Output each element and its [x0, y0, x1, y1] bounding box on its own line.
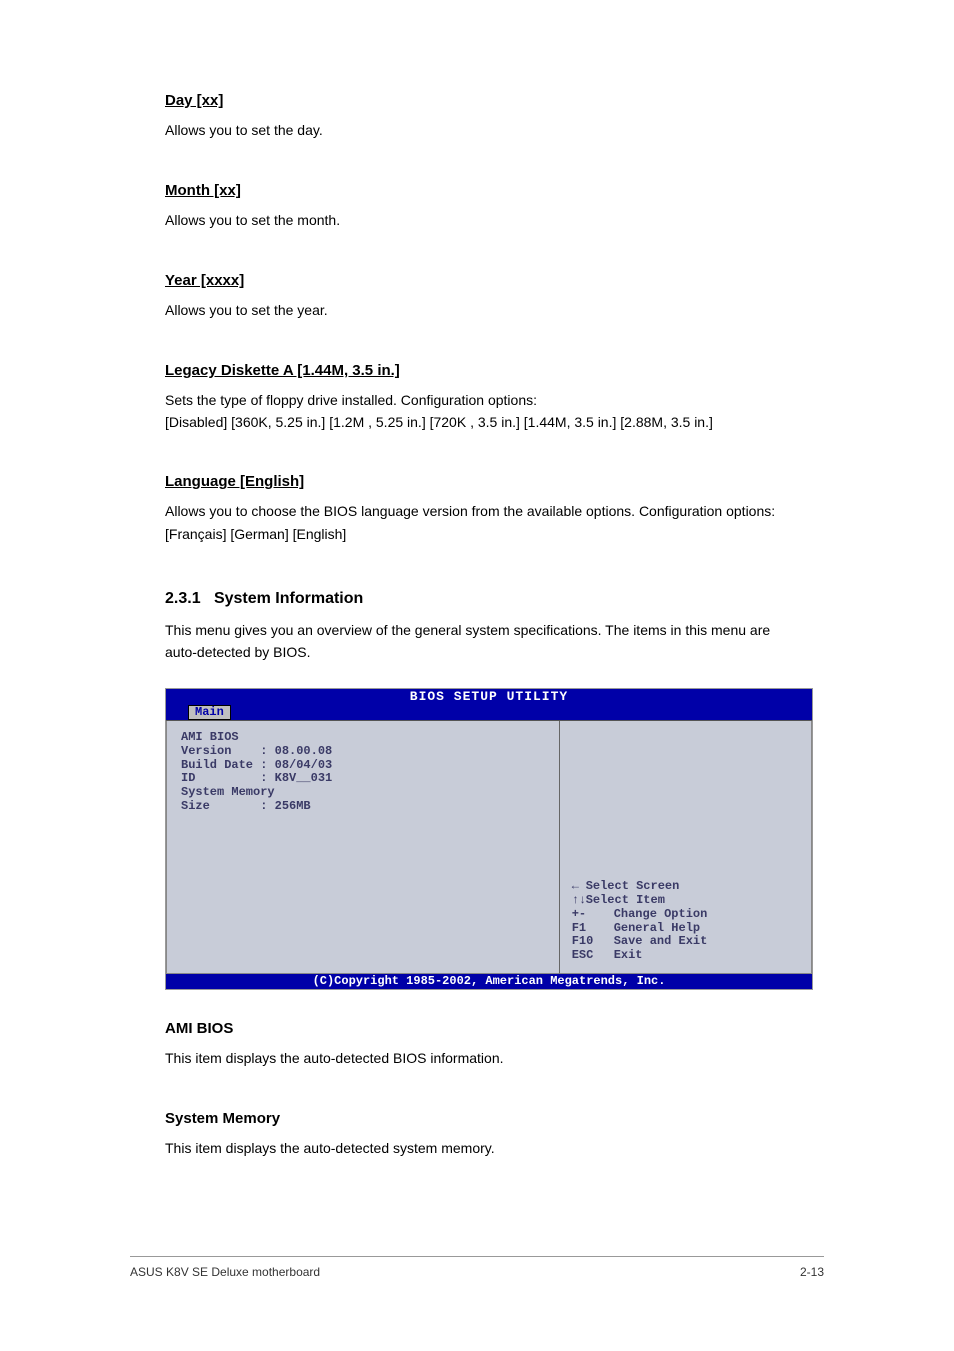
- arrow-updown-icon: ↑↓: [572, 894, 586, 908]
- help-label: Select Screen: [586, 880, 799, 894]
- bios-line: System Memory: [181, 786, 545, 800]
- field-label: Year [xxxx]: [165, 270, 789, 293]
- bios-tab-main[interactable]: Main: [188, 705, 231, 720]
- field-label: Day [xx]: [165, 90, 789, 113]
- field-label: Month [xx]: [165, 180, 789, 203]
- bios-help-panel: ← Select Screen ↑↓ Select Item +- Change…: [560, 721, 812, 974]
- help-label: Select Item: [586, 894, 799, 908]
- field-day: Day [xx] Allows you to set the day.: [165, 90, 789, 142]
- help-row: ESC Exit: [572, 949, 799, 963]
- page-footer: ASUS K8V SE Deluxe motherboard 2-13: [130, 1256, 824, 1279]
- bios-help-list: ← Select Screen ↑↓ Select Item +- Change…: [572, 880, 799, 963]
- arrow-left-icon: ←: [572, 880, 586, 894]
- field-desc-line2: [Disabled] [360K, 5.25 in.] [1.2M , 5.25…: [165, 414, 713, 430]
- field-system-memory: System Memory This item displays the aut…: [165, 1108, 789, 1160]
- help-key: F10: [572, 935, 614, 949]
- help-label: General Help: [614, 922, 799, 936]
- field-desc: This item displays the auto-detected sys…: [165, 1140, 495, 1156]
- help-row: +- Change Option: [572, 908, 799, 922]
- bios-tab-bar: Main: [166, 705, 812, 720]
- bios-info-panel: AMI BIOS Version : 08.00.08 Build Date :…: [166, 721, 560, 974]
- help-row: ← Select Screen: [572, 880, 799, 894]
- help-key: F1: [572, 922, 614, 936]
- field-desc: Allows you to set the year.: [165, 302, 328, 318]
- help-label: Exit: [614, 949, 799, 963]
- field-label: AMI BIOS: [165, 1018, 789, 1041]
- field-desc: Sets the type of floppy drive installed.…: [165, 389, 789, 434]
- help-label: Save and Exit: [614, 935, 799, 949]
- bios-line: Version : 08.00.08: [181, 745, 545, 759]
- field-month: Month [xx] Allows you to set the month.: [165, 180, 789, 232]
- help-label: Change Option: [614, 908, 799, 922]
- bios-line: ID : K8V__031: [181, 772, 545, 786]
- field-desc: Allows you to choose the BIOS language v…: [165, 503, 775, 543]
- field-year: Year [xxxx] Allows you to set the year.: [165, 270, 789, 322]
- field-desc: This item displays the auto-detected BIO…: [165, 1050, 504, 1066]
- field-label: Language [English]: [165, 471, 789, 494]
- document-body: Day [xx] Allows you to set the day. Mont…: [0, 0, 954, 1160]
- bios-line: AMI BIOS: [181, 731, 545, 745]
- section-title: System Information: [214, 590, 363, 607]
- bios-line: Size : 256MB: [181, 800, 545, 814]
- field-legacy-diskette: Legacy Diskette A [1.44M, 3.5 in.] Sets …: [165, 360, 789, 433]
- section-description: This menu gives you an overview of the g…: [165, 619, 789, 664]
- field-desc-line1: Sets the type of floppy drive installed.…: [165, 392, 537, 408]
- bios-body: AMI BIOS Version : 08.00.08 Build Date :…: [166, 720, 812, 974]
- footer-left: ASUS K8V SE Deluxe motherboard: [130, 1265, 320, 1279]
- footer-right: 2-13: [800, 1265, 824, 1279]
- help-key: ESC: [572, 949, 614, 963]
- field-label: Legacy Diskette A [1.44M, 3.5 in.]: [165, 360, 789, 383]
- help-row: F10 Save and Exit: [572, 935, 799, 949]
- field-desc: Allows you to set the month.: [165, 212, 340, 228]
- field-label: System Memory: [165, 1108, 789, 1131]
- bios-titlebar: BIOS SETUP UTILITY: [166, 689, 812, 705]
- section-heading: 2.3.1 System Information: [165, 587, 789, 611]
- bios-copyright: (C)Copyright 1985-2002, American Megatre…: [166, 974, 812, 989]
- help-key: +-: [572, 908, 614, 922]
- field-desc: Allows you to set the day.: [165, 122, 323, 138]
- section-number: 2.3.1: [165, 590, 201, 607]
- bios-line: Build Date : 08/04/03: [181, 759, 545, 773]
- bios-setup-window: BIOS SETUP UTILITY Main AMI BIOS Version…: [165, 688, 813, 991]
- help-row: ↑↓ Select Item: [572, 894, 799, 908]
- field-ami-bios: AMI BIOS This item displays the auto-det…: [165, 1018, 789, 1070]
- field-language: Language [English] Allows you to choose …: [165, 471, 789, 547]
- help-row: F1 General Help: [572, 922, 799, 936]
